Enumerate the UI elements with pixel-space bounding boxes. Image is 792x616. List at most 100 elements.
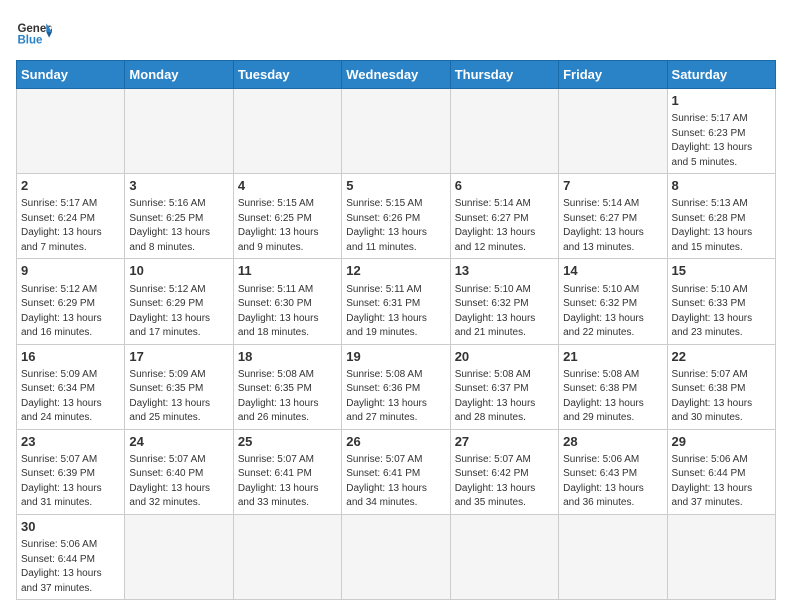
day-info: Sunrise: 5:08 AMSunset: 6:37 PMDaylight:… (455, 368, 554, 426)
day-info: Sunrise: 5:11 AMSunset: 6:31 PMDaylight:… (346, 283, 445, 341)
calendar-cell: 12 Sunrise: 5:11 AMSunset: 6:31 PMDayligh… (342, 259, 450, 344)
day-number: 23 (21, 433, 120, 451)
day-number: 30 (21, 518, 120, 536)
calendar-week-row: 9 Sunrise: 5:12 AMSunset: 6:29 PMDaylight… (17, 259, 776, 344)
calendar-cell: 24 Sunrise: 5:07 AMSunset: 6:40 PMDayligh… (125, 429, 233, 514)
day-number: 17 (129, 348, 228, 366)
day-number: 27 (455, 433, 554, 451)
day-info: Sunrise: 5:06 AMSunset: 6:44 PMDaylight:… (672, 453, 771, 511)
calendar-cell: 2 Sunrise: 5:17 AMSunset: 6:24 PMDaylight… (17, 174, 125, 259)
calendar-cell (559, 89, 667, 174)
day-number: 22 (672, 348, 771, 366)
day-info: Sunrise: 5:17 AMSunset: 6:24 PMDaylight:… (21, 197, 120, 255)
day-info: Sunrise: 5:07 AMSunset: 6:41 PMDaylight:… (346, 453, 445, 511)
logo: General Blue (16, 16, 52, 52)
day-number: 25 (238, 433, 337, 451)
day-number: 10 (129, 262, 228, 280)
col-header-sunday: Sunday (17, 61, 125, 89)
calendar-cell: 3Sunrise: 5:16 AMSunset: 6:25 PMDaylight… (125, 174, 233, 259)
calendar-week-row: 2 Sunrise: 5:17 AMSunset: 6:24 PMDaylight… (17, 174, 776, 259)
day-number: 12 (346, 262, 445, 280)
day-info: Sunrise: 5:07 AMSunset: 6:40 PMDaylight:… (129, 453, 228, 511)
calendar-cell: 4Sunrise: 5:15 AMSunset: 6:25 PMDaylight… (233, 174, 341, 259)
calendar-week-row: 1Sunrise: 5:17 AMSunset: 6:23 PMDaylight… (17, 89, 776, 174)
calendar: SundayMondayTuesdayWednesdayThursdayFrid… (16, 60, 776, 600)
day-info: Sunrise: 5:08 AMSunset: 6:36 PMDaylight:… (346, 368, 445, 426)
calendar-cell (233, 514, 341, 599)
day-number: 18 (238, 348, 337, 366)
day-info: Sunrise: 5:08 AMSunset: 6:38 PMDaylight:… (563, 368, 662, 426)
day-number: 2 (21, 177, 120, 195)
day-info: Sunrise: 5:13 AMSunset: 6:28 PMDaylight:… (672, 197, 771, 255)
day-info: Sunrise: 5:07 AMSunset: 6:42 PMDaylight:… (455, 453, 554, 511)
calendar-cell: 19Sunrise: 5:08 AMSunset: 6:36 PMDayligh… (342, 344, 450, 429)
day-info: Sunrise: 5:12 AMSunset: 6:29 PMDaylight:… (129, 283, 228, 341)
calendar-cell: 9 Sunrise: 5:12 AMSunset: 6:29 PMDaylight… (17, 259, 125, 344)
day-number: 3 (129, 177, 228, 195)
day-number: 11 (238, 262, 337, 280)
day-info: Sunrise: 5:09 AMSunset: 6:35 PMDaylight:… (129, 368, 228, 426)
logo-icon: General Blue (16, 16, 52, 52)
day-number: 8 (672, 177, 771, 195)
calendar-cell (342, 89, 450, 174)
calendar-cell: 16 Sunrise: 5:09 AMSunset: 6:34 PMDayligh… (17, 344, 125, 429)
day-number: 9 (21, 262, 120, 280)
calendar-cell: 14 Sunrise: 5:10 AMSunset: 6:32 PMDayligh… (559, 259, 667, 344)
col-header-tuesday: Tuesday (233, 61, 341, 89)
day-number: 29 (672, 433, 771, 451)
calendar-week-row: 23 Sunrise: 5:07 AMSunset: 6:39 PMDayligh… (17, 429, 776, 514)
calendar-cell (667, 514, 775, 599)
calendar-cell: 11 Sunrise: 5:11 AMSunset: 6:30 PMDayligh… (233, 259, 341, 344)
day-number: 14 (563, 262, 662, 280)
calendar-cell (125, 89, 233, 174)
calendar-cell: 5 Sunrise: 5:15 AMSunset: 6:26 PMDaylight… (342, 174, 450, 259)
calendar-cell: 27 Sunrise: 5:07 AMSunset: 6:42 PMDayligh… (450, 429, 558, 514)
day-number: 16 (21, 348, 120, 366)
calendar-header-row: SundayMondayTuesdayWednesdayThursdayFrid… (17, 61, 776, 89)
day-info: Sunrise: 5:11 AMSunset: 6:30 PMDaylight:… (238, 283, 337, 341)
day-info: Sunrise: 5:08 AMSunset: 6:35 PMDaylight:… (238, 368, 337, 426)
calendar-cell: 6Sunrise: 5:14 AMSunset: 6:27 PMDaylight… (450, 174, 558, 259)
calendar-cell: 1Sunrise: 5:17 AMSunset: 6:23 PMDaylight… (667, 89, 775, 174)
calendar-cell: 13Sunrise: 5:10 AMSunset: 6:32 PMDayligh… (450, 259, 558, 344)
day-info: Sunrise: 5:10 AMSunset: 6:32 PMDaylight:… (563, 283, 662, 341)
calendar-cell (125, 514, 233, 599)
calendar-cell: 15 Sunrise: 5:10 AMSunset: 6:33 PMDayligh… (667, 259, 775, 344)
day-number: 5 (346, 177, 445, 195)
day-info: Sunrise: 5:07 AMSunset: 6:39 PMDaylight:… (21, 453, 120, 511)
day-number: 21 (563, 348, 662, 366)
day-info: Sunrise: 5:06 AMSunset: 6:43 PMDaylight:… (563, 453, 662, 511)
calendar-cell: 17 Sunrise: 5:09 AMSunset: 6:35 PMDayligh… (125, 344, 233, 429)
day-info: Sunrise: 5:06 AMSunset: 6:44 PMDaylight:… (21, 538, 120, 596)
day-info: Sunrise: 5:07 AMSunset: 6:38 PMDaylight:… (672, 368, 771, 426)
col-header-monday: Monday (125, 61, 233, 89)
day-info: Sunrise: 5:15 AMSunset: 6:26 PMDaylight:… (346, 197, 445, 255)
calendar-week-row: 16 Sunrise: 5:09 AMSunset: 6:34 PMDayligh… (17, 344, 776, 429)
day-number: 15 (672, 262, 771, 280)
calendar-cell (233, 89, 341, 174)
day-info: Sunrise: 5:17 AMSunset: 6:23 PMDaylight:… (672, 112, 771, 170)
calendar-cell: 23 Sunrise: 5:07 AMSunset: 6:39 PMDayligh… (17, 429, 125, 514)
page-header: General Blue (16, 16, 776, 52)
day-number: 24 (129, 433, 228, 451)
calendar-cell: 29 Sunrise: 5:06 AMSunset: 6:44 PMDayligh… (667, 429, 775, 514)
calendar-cell (17, 89, 125, 174)
day-info: Sunrise: 5:09 AMSunset: 6:34 PMDaylight:… (21, 368, 120, 426)
calendar-cell: 21 Sunrise: 5:08 AMSunset: 6:38 PMDayligh… (559, 344, 667, 429)
calendar-cell (450, 514, 558, 599)
day-number: 6 (455, 177, 554, 195)
calendar-cell: 26Sunrise: 5:07 AMSunset: 6:41 PMDayligh… (342, 429, 450, 514)
day-number: 28 (563, 433, 662, 451)
calendar-cell: 8 Sunrise: 5:13 AMSunset: 6:28 PMDaylight… (667, 174, 775, 259)
calendar-cell: 22 Sunrise: 5:07 AMSunset: 6:38 PMDayligh… (667, 344, 775, 429)
col-header-saturday: Saturday (667, 61, 775, 89)
calendar-cell: 10 Sunrise: 5:12 AMSunset: 6:29 PMDayligh… (125, 259, 233, 344)
col-header-wednesday: Wednesday (342, 61, 450, 89)
day-info: Sunrise: 5:07 AMSunset: 6:41 PMDaylight:… (238, 453, 337, 511)
col-header-friday: Friday (559, 61, 667, 89)
day-info: Sunrise: 5:10 AMSunset: 6:33 PMDaylight:… (672, 283, 771, 341)
svg-text:Blue: Blue (17, 34, 43, 46)
calendar-cell: 30 Sunrise: 5:06 AMSunset: 6:44 PMDayligh… (17, 514, 125, 599)
day-info: Sunrise: 5:12 AMSunset: 6:29 PMDaylight:… (21, 283, 120, 341)
calendar-cell (450, 89, 558, 174)
